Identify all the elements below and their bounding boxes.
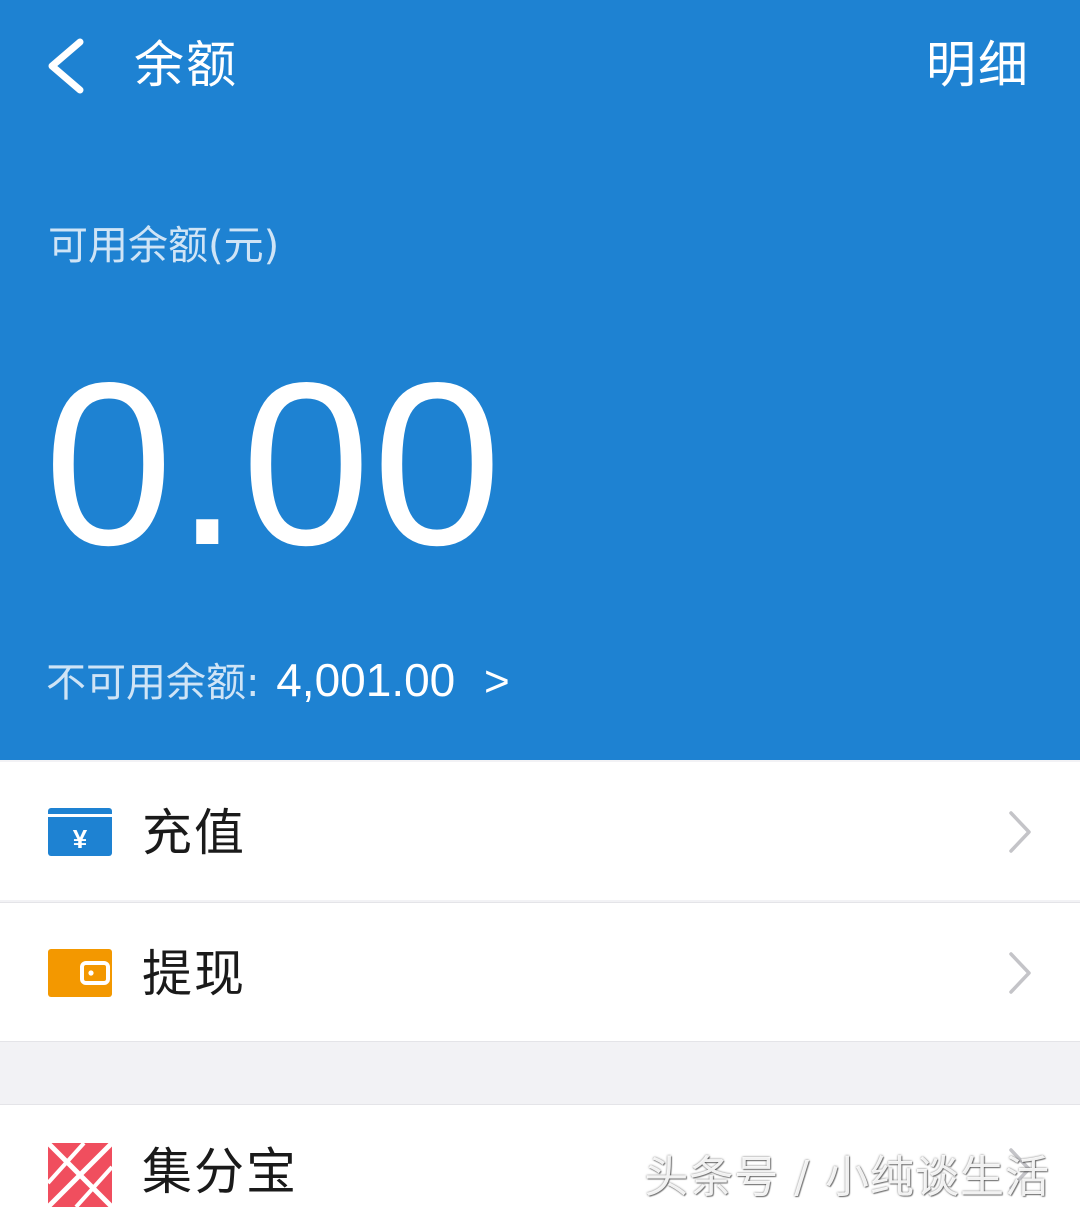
balance-header: 余额 明细 可用余额(元) 0.00 不可用余额: 4,001.00 > xyxy=(0,0,1080,760)
menu-item-label: 充值 xyxy=(142,804,246,862)
frozen-balance-amount: 4,001.00 xyxy=(276,654,456,706)
detail-button[interactable]: 明细 xyxy=(926,30,1030,100)
menu-item-label: 集分宝 xyxy=(142,1143,298,1201)
frozen-balance-link[interactable]: 不可用余额: 4,001.00 > xyxy=(46,652,510,711)
menu-item-withdraw[interactable]: 提现 xyxy=(0,902,1080,1041)
chevron-left-icon xyxy=(48,38,84,94)
section-divider xyxy=(0,1041,1080,1104)
svg-text:¥: ¥ xyxy=(73,824,88,854)
recharge-card-icon: ¥ xyxy=(48,808,112,856)
available-balance-label: 可用余额(元) xyxy=(48,223,280,269)
chevron-right-icon xyxy=(1009,811,1031,853)
back-button[interactable] xyxy=(38,32,98,100)
wallet-icon xyxy=(48,949,112,997)
watermark: 头条号 / 小纯谈生活 xyxy=(644,1152,1050,1203)
menu-item-recharge[interactable]: ¥ 充值 xyxy=(0,762,1080,900)
frozen-balance-label: 不可用余额: xyxy=(46,660,260,706)
jifenbao-icon xyxy=(48,1143,112,1207)
available-balance-amount: 0.00 xyxy=(44,335,504,594)
page-title: 余额 xyxy=(134,36,238,94)
frozen-balance-arrow: > xyxy=(483,657,510,706)
menu-item-label: 提现 xyxy=(142,945,246,1003)
chevron-right-icon xyxy=(1009,952,1031,994)
